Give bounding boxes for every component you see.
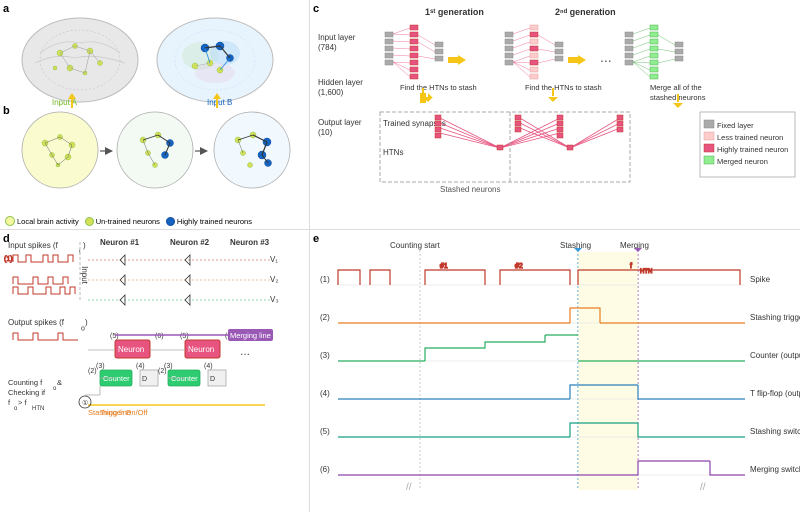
svg-text:Neuron #3: Neuron #3 (230, 238, 270, 247)
svg-text:#2: #2 (515, 263, 523, 270)
svg-text:Stashing switch: Stashing switch (750, 427, 800, 436)
svg-text:Find the HTNs to stash: Find the HTNs to stash (400, 83, 477, 92)
svg-text:...: ... (240, 344, 250, 358)
svg-text://: // (700, 482, 706, 493)
svg-text:(6): (6) (320, 465, 330, 474)
svg-text:HTN: HTN (32, 406, 44, 412)
svg-text:&: & (57, 378, 62, 387)
svg-text:(4): (4) (320, 389, 330, 398)
svg-text:2ⁿᵈ generation: 2ⁿᵈ generation (555, 7, 616, 17)
svg-text:Hidden layer: Hidden layer (318, 78, 363, 87)
svg-text:Counting start: Counting start (390, 241, 441, 250)
svg-text:Merged neuron: Merged neuron (717, 157, 768, 166)
svg-text:Neuron: Neuron (188, 345, 214, 354)
svg-text:(4): (4) (136, 363, 145, 370)
brain-svg-a: Input A Input A Input B (10, 8, 315, 113)
svg-text:Counting f: Counting f (8, 378, 43, 387)
svg-text:Checking if: Checking if (8, 388, 46, 397)
svg-text:Neuron: Neuron (118, 345, 144, 354)
panel-d-svg: Input spikes (f i ) (1) Input Neuron #1 … (0, 230, 310, 512)
svg-text:Output layer: Output layer (318, 118, 362, 127)
panel-ab: a b Input A Input A (0, 0, 310, 230)
svg-text:T flip-flop (output): T flip-flop (output) (750, 389, 800, 398)
svg-text:Spike: Spike (750, 275, 771, 284)
panel-e-svg: Counting start Stashing Merging Spike St… (310, 230, 800, 512)
svg-text:(1,600): (1,600) (318, 88, 344, 97)
svg-text:D: D (142, 376, 147, 383)
panel-c: c Input layer (784) Hidden layer (1,600)… (310, 0, 800, 230)
svg-text:(2): (2) (158, 368, 167, 375)
panel-c-svg: Input layer (784) Hidden layer (1,600) O… (310, 0, 800, 230)
svg-text:Counter: Counter (171, 374, 198, 383)
legend-highly-trained: Highly trained neurons (177, 217, 252, 226)
main-layout: a b Input A Input A (0, 0, 800, 512)
svg-text:(2): (2) (320, 313, 330, 322)
svg-text:): ) (83, 241, 86, 250)
panel-e: e Counting start Stashing Merging Spike … (310, 230, 800, 512)
svg-text:HTN: HTN (640, 269, 652, 275)
svg-text:(3): (3) (320, 351, 330, 360)
svg-text:(10): (10) (318, 128, 333, 137)
svg-text:(2): (2) (88, 368, 97, 375)
legend-untrained: Un-trained neurons (96, 217, 160, 226)
svg-text:Merging switch: Merging switch (750, 465, 800, 474)
network-circles-svg (10, 105, 315, 220)
svg-text:Find the HTNs to stash: Find the HTNs to stash (525, 83, 602, 92)
svg-text:#1: #1 (440, 263, 448, 270)
svg-text:(5): (5) (110, 333, 119, 340)
panel-d: d Input spikes (f i ) (1) Input Neuron #… (0, 230, 310, 512)
svg-text:f: f (630, 263, 632, 270)
svg-text:Merge all of the: Merge all of the (650, 83, 702, 92)
legend-local-brain: Local brain activity (17, 217, 79, 226)
svg-text:Input: Input (80, 266, 89, 285)
panel-a-label: a (3, 3, 9, 15)
svg-text:V₃: V₃ (270, 295, 279, 304)
svg-text://: // (406, 482, 412, 493)
svg-text:Trigger On/Off: Trigger On/Off (100, 408, 148, 417)
svg-text:Input spikes (f: Input spikes (f (8, 241, 59, 250)
svg-text:Stashed neurons: Stashed neurons (440, 185, 501, 194)
svg-text:Neuron #2: Neuron #2 (170, 238, 210, 247)
svg-text:(4): (4) (204, 363, 213, 370)
svg-text:(3): (3) (96, 363, 105, 370)
svg-text:V₁: V₁ (270, 255, 278, 264)
svg-text:Counter (output): Counter (output) (750, 351, 800, 360)
svg-text:...: ... (600, 49, 612, 65)
svg-text:(1): (1) (320, 275, 330, 284)
svg-text:Stashing trigger: Stashing trigger (750, 313, 800, 322)
svg-text:Fixed layer: Fixed layer (717, 121, 754, 130)
svg-text:): ) (85, 318, 88, 327)
svg-text:(5): (5) (320, 427, 330, 436)
svg-text:Highly trained neuron: Highly trained neuron (717, 145, 788, 154)
svg-text:Merging: Merging (620, 241, 649, 250)
svg-text:Neuron #1: Neuron #1 (100, 238, 140, 247)
svg-text:HTNs: HTNs (383, 148, 403, 157)
svg-text:(1): (1) (4, 256, 13, 263)
svg-text:Less trained neuron: Less trained neuron (717, 133, 783, 142)
svg-text:(6): (6) (155, 333, 164, 340)
panel-b-label: b (3, 105, 10, 117)
svg-text:(5): (5) (180, 333, 189, 340)
svg-text:D: D (210, 376, 215, 383)
svg-text:f: f (8, 398, 11, 407)
svg-text:Output spikes (f: Output spikes (f (8, 318, 65, 327)
svg-text:Input layer: Input layer (318, 33, 356, 42)
svg-text:①: ① (82, 399, 88, 407)
svg-text:(784): (784) (318, 43, 337, 52)
svg-text:1ˢᵗ generation: 1ˢᵗ generation (425, 7, 484, 17)
svg-text:V₂: V₂ (270, 275, 278, 284)
svg-text:Counter: Counter (103, 374, 130, 383)
legend-ab: Local brain activity Un-trained neurons … (5, 216, 252, 226)
svg-text:> f: > f (18, 398, 27, 407)
svg-text:Merging line: Merging line (230, 331, 271, 340)
